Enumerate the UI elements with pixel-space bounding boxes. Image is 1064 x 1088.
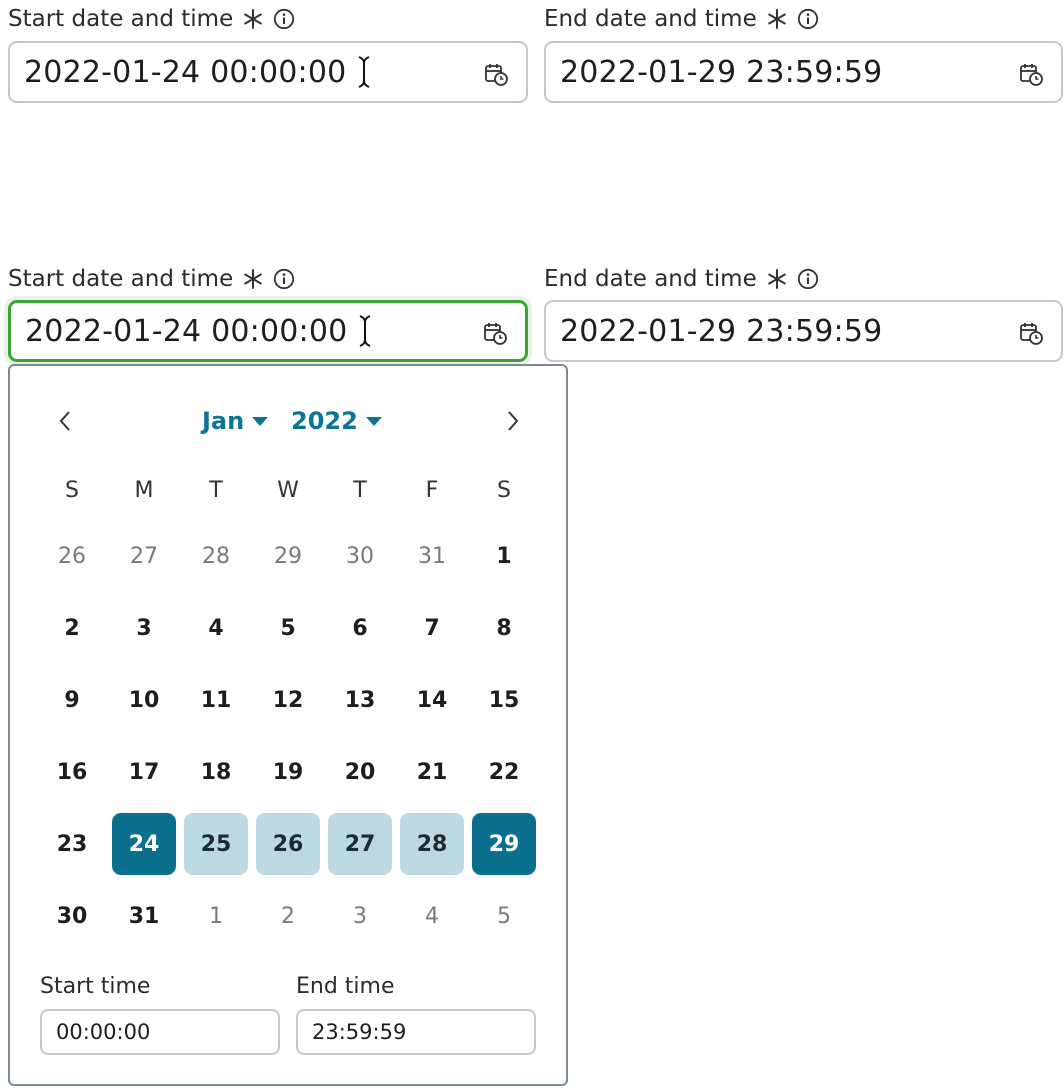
day-cell[interactable]: 31 — [112, 885, 176, 947]
day-cell[interactable]: 27 — [112, 525, 176, 587]
day-cell[interactable]: 5 — [256, 597, 320, 659]
asterisk-icon — [242, 268, 264, 290]
day-cell[interactable]: 3 — [112, 597, 176, 659]
day-cell[interactable]: 14 — [400, 669, 464, 731]
day-cell[interactable]: 1 — [472, 525, 536, 587]
end-datetime-value: 2022-01-29 23:59:59 — [560, 313, 883, 349]
day-cell[interactable]: 2 — [256, 885, 320, 947]
weekday-label: S — [497, 478, 511, 503]
day-cell[interactable]: 4 — [184, 597, 248, 659]
end-datetime-label: End date and time — [544, 266, 757, 292]
end-datetime-label-row: End date and time — [544, 261, 819, 297]
info-icon[interactable] — [273, 8, 295, 30]
day-cell[interactable]: 18 — [184, 741, 248, 803]
day-cell[interactable]: 30 — [328, 525, 392, 587]
info-icon[interactable] — [797, 268, 819, 290]
info-icon[interactable] — [273, 268, 295, 290]
weekday-label: F — [425, 478, 439, 503]
day-cell[interactable]: 21 — [400, 741, 464, 803]
chevron-right-icon[interactable] — [500, 406, 526, 436]
day-cell[interactable]: 23 — [40, 813, 104, 875]
day-cell-in-range[interactable]: 25 — [184, 813, 248, 875]
weekday-label: M — [134, 478, 154, 503]
start-datetime-input-focused[interactable]: 2022-01-24 00:00:00 — [8, 300, 528, 362]
text-cursor-icon — [356, 55, 372, 89]
caret-down-icon — [252, 416, 269, 426]
date-range-picker-popup: Jan 2022 SMTWTFS 26 27 28 29 30 31 1 2 3 4 5 6 7 8 9 10… — [8, 364, 568, 1086]
text-cursor-icon — [357, 314, 373, 348]
end-time-input[interactable] — [296, 1009, 536, 1055]
info-icon[interactable] — [797, 8, 819, 30]
day-cell[interactable]: 26 — [40, 525, 104, 587]
day-cell[interactable]: 22 — [472, 741, 536, 803]
day-cell-in-range[interactable]: 28 — [400, 813, 464, 875]
weekday-label: T — [209, 478, 223, 503]
day-cell[interactable]: 29 — [256, 525, 320, 587]
day-cell-selected[interactable]: 29 — [472, 813, 536, 875]
day-cell[interactable]: 2 — [40, 597, 104, 659]
asterisk-icon — [766, 268, 788, 290]
start-time-input[interactable] — [40, 1009, 280, 1055]
end-datetime-label: End date and time — [544, 6, 757, 32]
day-cell[interactable]: 1 — [184, 885, 248, 947]
start-datetime-label: Start date and time — [8, 266, 234, 292]
start-datetime-label: Start date and time — [8, 6, 234, 32]
day-cell[interactable]: 8 — [472, 597, 536, 659]
day-cell[interactable]: 20 — [328, 741, 392, 803]
day-cell[interactable]: 11 — [184, 669, 248, 731]
calendar-clock-icon[interactable] — [1019, 321, 1043, 345]
calendar-clock-icon[interactable] — [1019, 62, 1043, 86]
end-datetime-input[interactable]: 2022-01-29 23:59:59 — [544, 300, 1063, 362]
weekday-label: T — [353, 478, 367, 503]
asterisk-icon — [766, 8, 788, 30]
calendar-clock-icon[interactable] — [483, 321, 507, 345]
start-datetime-input[interactable]: 2022-01-24 00:00:00 — [8, 41, 528, 103]
weekday-label: W — [277, 478, 299, 503]
start-datetime-value: 2022-01-24 00:00:00 — [24, 54, 347, 90]
year-label: 2022 — [291, 407, 358, 435]
start-datetime-label-row: Start date and time — [8, 261, 295, 297]
month-label: Jan — [202, 407, 245, 435]
day-cell[interactable]: 12 — [256, 669, 320, 731]
day-cell[interactable]: 3 — [328, 885, 392, 947]
caret-down-icon — [365, 416, 382, 426]
day-cell[interactable]: 9 — [40, 669, 104, 731]
calendar-clock-icon[interactable] — [484, 62, 508, 86]
asterisk-icon — [242, 8, 264, 30]
end-datetime-input[interactable]: 2022-01-29 23:59:59 — [544, 41, 1063, 103]
day-cell[interactable]: 28 — [184, 525, 248, 587]
day-cell[interactable]: 6 — [328, 597, 392, 659]
day-cell[interactable]: 7 — [400, 597, 464, 659]
day-cell-in-range[interactable]: 27 — [328, 813, 392, 875]
day-cell[interactable]: 30 — [40, 885, 104, 947]
day-cell[interactable]: 31 — [400, 525, 464, 587]
start-datetime-value: 2022-01-24 00:00:00 — [25, 313, 348, 349]
end-datetime-value: 2022-01-29 23:59:59 — [560, 54, 883, 90]
day-cell[interactable]: 19 — [256, 741, 320, 803]
day-cell[interactable]: 17 — [112, 741, 176, 803]
day-cell[interactable]: 5 — [472, 885, 536, 947]
chevron-left-icon[interactable] — [52, 406, 78, 436]
end-time-label: End time — [296, 974, 395, 999]
start-datetime-label-row: Start date and time — [8, 1, 295, 37]
day-cell[interactable]: 13 — [328, 669, 392, 731]
start-time-label: Start time — [40, 974, 151, 999]
day-cell[interactable]: 4 — [400, 885, 464, 947]
day-cell[interactable]: 16 — [40, 741, 104, 803]
year-select[interactable]: 2022 — [291, 404, 382, 438]
month-select[interactable]: Jan — [202, 404, 269, 438]
day-cell-selected[interactable]: 24 — [112, 813, 176, 875]
end-datetime-label-row: End date and time — [544, 1, 819, 37]
day-cell[interactable]: 10 — [112, 669, 176, 731]
weekday-label: S — [65, 478, 79, 503]
day-cell-in-range[interactable]: 26 — [256, 813, 320, 875]
day-cell[interactable]: 15 — [472, 669, 536, 731]
